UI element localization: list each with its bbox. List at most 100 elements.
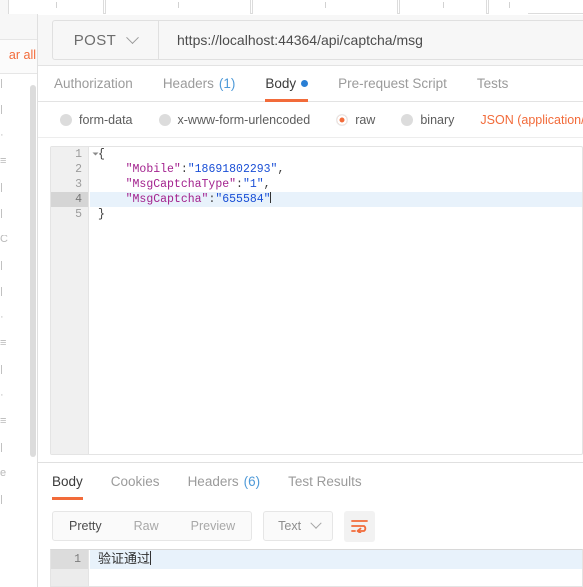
text-caret — [150, 551, 152, 565]
line-number: 1 — [51, 550, 88, 569]
code-token: , — [277, 163, 285, 176]
code-token: "1" — [242, 178, 264, 191]
request-tab-body[interactable]: Body — [265, 66, 309, 102]
content-type-selector[interactable]: JSON (application/json — [480, 113, 583, 127]
response-tab-test-results[interactable]: Test Results — [288, 464, 362, 500]
code-line[interactable]: "MsgCaptchaType":"1", — [90, 177, 582, 192]
history-item[interactable]: | — [0, 105, 22, 114]
response-toolbar: Pretty Raw Preview Text — [38, 503, 583, 549]
response-gutter: 1 — [51, 550, 89, 586]
window-tab-add[interactable] — [488, 0, 528, 14]
code-token: "MsgCaptcha" — [125, 193, 209, 206]
body-type-label: x-www-form-urlencoded — [177, 112, 311, 127]
body-type-binary[interactable]: binary — [401, 113, 454, 127]
editor-code[interactable]: { "Mobile":"18691802293", "MsgCaptchaTyp… — [90, 147, 582, 454]
response-text: 验证通过 — [98, 552, 151, 567]
response-code[interactable]: 验证通过 — [90, 550, 582, 586]
code-token: { — [98, 148, 105, 161]
body-type-raw[interactable]: raw — [336, 113, 375, 127]
history-item[interactable]: ≡ — [0, 157, 22, 166]
response-tab-cookies[interactable]: Cookies — [111, 464, 160, 500]
postman-window: ar all ||·≡||C||·≡|·≡|e| POST Authori — [0, 0, 583, 587]
response-tab-headers[interactable]: Headers (6) — [188, 464, 261, 500]
method-selector[interactable]: POST — [53, 21, 159, 59]
line-number: 3 — [75, 178, 82, 191]
tab-label: Headers — [187, 474, 239, 489]
request-tabstrip[interactable] — [8, 0, 583, 14]
history-item[interactable]: | — [0, 209, 22, 218]
body-type-label: binary — [420, 112, 455, 127]
window-tab[interactable] — [105, 0, 251, 14]
response-body-viewer[interactable]: 1 验证通过 — [50, 549, 583, 587]
history-item[interactable]: | — [0, 443, 22, 452]
request-response-area: POST Authorization Headers (1) Body Pre-requ… — [8, 0, 583, 587]
window-tab[interactable] — [252, 0, 398, 14]
history-item[interactable]: · — [0, 391, 22, 400]
tab-label: Pre-request Script — [338, 76, 447, 91]
history-item[interactable]: e — [0, 469, 22, 478]
text-caret — [269, 192, 271, 203]
history-item[interactable]: · — [0, 313, 22, 322]
history-item[interactable]: C — [0, 235, 22, 244]
body-type-label: raw — [355, 112, 376, 127]
code-token: "Mobile" — [125, 163, 181, 176]
request-tab-pre-request-script[interactable]: Pre-request Script — [338, 66, 447, 102]
code-line[interactable]: "Mobile":"18691802293", — [90, 162, 582, 177]
tab-label: Tests — [476, 76, 509, 91]
code-line[interactable]: { — [90, 147, 582, 162]
history-item[interactable]: · — [0, 131, 22, 140]
url-input[interactable] — [159, 21, 583, 59]
radio-icon — [336, 113, 349, 126]
history-item[interactable]: | — [0, 183, 22, 192]
response-tabs[interactable]: Body Cookies Headers (6) Test Results — [38, 463, 583, 500]
response-line[interactable]: 验证通过 — [90, 550, 582, 569]
body-type-options[interactable]: form-data x-www-form-urlencoded raw binary J… — [38, 102, 583, 138]
history-item[interactable]: ≡ — [0, 417, 22, 426]
url-bar-container: POST — [38, 15, 583, 66]
body-type-x-www-form-urlencoded[interactable]: x-www-form-urlencoded — [158, 112, 311, 127]
line-number: 5 — [75, 208, 82, 221]
history-item[interactable]: | — [0, 495, 22, 504]
format-label: Text — [278, 519, 302, 533]
response-tab-body[interactable]: Body — [52, 464, 83, 500]
tab-label: Cookies — [110, 474, 160, 489]
wrap-lines-button[interactable] — [344, 510, 376, 542]
view-mode-preview[interactable]: Preview — [175, 512, 251, 540]
window-tab[interactable] — [8, 0, 104, 14]
view-mode-raw[interactable]: Raw — [118, 512, 175, 540]
code-token: "655584" — [215, 193, 271, 206]
history-item[interactable]: | — [0, 79, 22, 88]
body-type-label: form-data — [79, 112, 133, 127]
radio-icon — [60, 113, 72, 126]
view-mode-pretty[interactable]: Pretty — [53, 512, 118, 540]
format-selector[interactable]: Text — [263, 511, 334, 541]
editor-gutter: 12 345 — [51, 147, 99, 454]
history-item[interactable]: | — [0, 287, 22, 296]
body-type-form-data[interactable]: form-data — [60, 113, 133, 127]
code-line[interactable]: "MsgCaptcha":"655584" — [90, 192, 582, 207]
request-tabs[interactable]: Authorization Headers (1) Body Pre-request S… — [38, 66, 583, 102]
code-token: "MsgCaptchaType" — [125, 178, 237, 191]
request-body-editor[interactable]: 12345 { "Mobile":"18691802293", "MsgCapt… — [50, 146, 583, 455]
code-line[interactable]: } — [90, 207, 582, 222]
sidebar-clear-row: ar all — [0, 40, 37, 74]
chevron-down-icon — [126, 30, 140, 44]
line-number: 1 — [51, 147, 99, 162]
sidebar-scrollbar[interactable] — [30, 85, 36, 457]
request-tab-authorization[interactable]: Authorization — [54, 66, 133, 102]
url-bar: POST — [52, 20, 583, 60]
request-tab-tests[interactable]: Tests — [477, 66, 509, 102]
line-number: 4 — [51, 192, 88, 207]
method-label: POST — [73, 31, 117, 49]
tab-label: Body — [265, 76, 297, 91]
history-item[interactable]: ≡ — [0, 339, 22, 348]
history-item[interactable]: | — [0, 261, 22, 270]
clear-all-button[interactable]: ar all — [9, 48, 36, 62]
view-mode-switch[interactable]: Pretty Raw Preview — [52, 511, 253, 541]
history-item[interactable]: | — [0, 365, 22, 374]
code-token: "18691802293" — [187, 163, 278, 176]
window-tab[interactable] — [399, 0, 487, 14]
request-tab-headers[interactable]: Headers (1) — [163, 66, 236, 102]
